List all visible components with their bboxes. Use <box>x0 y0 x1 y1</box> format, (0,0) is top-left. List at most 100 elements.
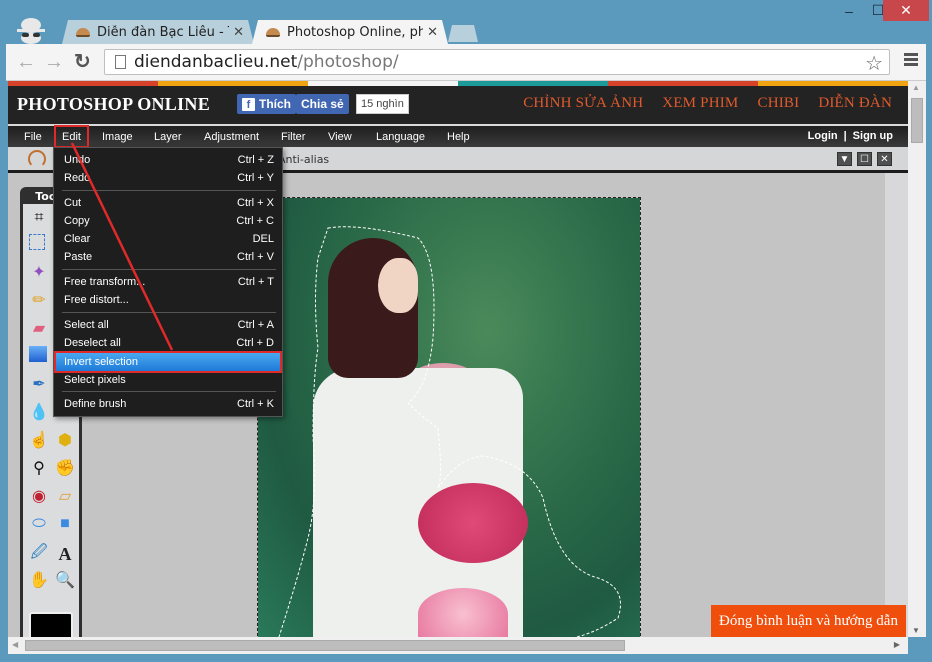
horizontal-scroll-thumb[interactable] <box>25 640 625 651</box>
app-menubar: File Edit Image Layer Adjustment Filter … <box>8 125 908 148</box>
antialias-label[interactable]: Anti-alias <box>278 153 329 166</box>
nav-link-chinh-sua-anh[interactable]: CHỈNH SỬA ẢNH <box>523 95 643 112</box>
menu-item-select-pixels[interactable]: Select pixels <box>56 371 280 389</box>
dodge-tool-icon[interactable]: ⚲ <box>29 458 49 478</box>
bookmark-star-icon[interactable]: ☆ <box>865 51 883 75</box>
web-page: PHOTOSHOP ONLINE f Thích Chia sẻ 15 nghìn… <box>8 81 908 637</box>
canvas-image[interactable] <box>257 197 641 637</box>
collapse-icon[interactable]: ▼ <box>837 152 852 166</box>
eraser-tool-icon[interactable]: ▰ <box>29 318 49 338</box>
close-comments-button[interactable]: Đóng bình luận và hướng dẫn <box>711 605 906 637</box>
back-arrow-icon[interactable]: ← <box>16 51 36 73</box>
menu-help[interactable]: Help <box>441 127 476 146</box>
facebook-icon: f <box>242 97 255 111</box>
chrome-menu-icon[interactable] <box>904 53 918 68</box>
zoom-tool-icon[interactable]: 🔍 <box>55 570 75 590</box>
reload-icon[interactable]: ↻ <box>74 51 91 73</box>
signup-link[interactable]: Sign up <box>853 130 893 142</box>
menu-language[interactable]: Language <box>370 127 431 146</box>
red-eye-tool-icon[interactable]: ◉ <box>29 486 49 506</box>
minimize-icon: – <box>845 2 853 19</box>
hand-tool-icon[interactable]: ✋ <box>29 570 49 590</box>
foreground-color-swatch[interactable] <box>29 612 73 637</box>
menu-item-invert-selection[interactable]: Invert selection <box>54 351 282 373</box>
close-tab-icon[interactable]: ✕ <box>427 25 438 40</box>
sponge-tool-icon[interactable]: ⬢ <box>55 430 75 450</box>
tab-dien-dan[interactable]: Diễn đàn Bạc Liêu - Tin họ ✕ <box>62 20 254 44</box>
burn-tool-icon[interactable]: ✊ <box>55 458 75 478</box>
bloat-tool-icon[interactable]: ⬭ <box>29 514 49 534</box>
menu-image[interactable]: Image <box>96 127 139 146</box>
nav-link-dien-dan[interactable]: DIỄN ĐÀN <box>818 95 892 112</box>
menu-item-clear[interactable]: Clear DEL <box>56 230 280 248</box>
facebook-like-button[interactable]: f Thích <box>237 94 296 114</box>
horizontal-scrollbar[interactable]: ◀ ▶ <box>8 637 908 654</box>
replace-color-icon[interactable]: ✒ <box>29 374 49 394</box>
spot-heal-tool-icon[interactable]: ▱ <box>55 486 75 506</box>
facebook-share-button[interactable]: Chia sẻ <box>296 94 349 114</box>
menu-edit[interactable]: Edit <box>54 125 89 148</box>
menu-view[interactable]: View <box>322 127 358 146</box>
facebook-like-count: 15 nghìn <box>356 94 409 114</box>
close-window-button[interactable]: ✕ <box>883 0 929 21</box>
site-favicon-icon <box>266 28 280 37</box>
text-tool-icon[interactable]: A <box>55 544 75 564</box>
menu-layer[interactable]: Layer <box>148 127 188 146</box>
marquee-tool-icon[interactable] <box>29 234 45 250</box>
blur-tool-icon[interactable]: 💧 <box>29 402 49 422</box>
close-tab-icon[interactable]: ✕ <box>233 25 244 40</box>
site-logo[interactable]: PHOTOSHOP ONLINE <box>17 94 210 115</box>
pencil-tool-icon[interactable]: ✏ <box>29 290 49 310</box>
menu-separator <box>62 391 276 392</box>
menu-item-deselect-all[interactable]: Deselect all Ctrl + D <box>56 334 280 352</box>
site-header: PHOTOSHOP ONLINE f Thích Chia sẻ 15 nghìn… <box>8 86 908 124</box>
auth-separator: | <box>843 130 847 142</box>
menu-item-cut[interactable]: Cut Ctrl + X <box>56 194 280 212</box>
site-favicon-icon <box>76 28 90 37</box>
fb-share-label: Chia sẻ <box>301 97 344 111</box>
nav-link-chibi[interactable]: CHIBI <box>757 95 799 112</box>
menu-item-undo[interactable]: Undo Ctrl + Z <box>56 151 280 169</box>
menu-file[interactable]: File <box>18 127 48 146</box>
menu-item-free-distort[interactable]: Free distort... <box>56 291 280 309</box>
restore-icon[interactable]: ☐ <box>857 152 872 166</box>
tab-photoshop-online[interactable]: Photoshop Online, phần m ✕ <box>252 20 448 44</box>
tab-title: Diễn đàn Bạc Liêu - Tin họ <box>97 24 224 40</box>
minimize-button[interactable]: – <box>834 0 864 21</box>
menu-separator <box>62 190 276 191</box>
menu-item-free-transform[interactable]: Free transform... Ctrl + T <box>56 273 280 291</box>
url-path: /photoshop/ <box>297 52 399 72</box>
menu-item-paste[interactable]: Paste Ctrl + V <box>56 248 280 266</box>
new-tab-button[interactable] <box>448 25 478 42</box>
scroll-right-icon[interactable]: ▶ <box>894 640 900 649</box>
close-icon: ✕ <box>900 2 912 18</box>
close-icon[interactable]: ✕ <box>877 152 892 166</box>
auth-links: Login | Sign up <box>808 130 893 142</box>
smudge-tool-icon[interactable]: ☝ <box>29 430 49 450</box>
login-link[interactable]: Login <box>808 130 838 142</box>
menu-filter[interactable]: Filter <box>275 127 311 146</box>
scroll-left-icon[interactable]: ◀ <box>12 640 18 649</box>
pinch-tool-icon[interactable]: ■ <box>55 514 75 534</box>
crop-tool-icon[interactable]: ⌗ <box>29 208 49 228</box>
incognito-icon <box>17 18 45 44</box>
scroll-up-icon[interactable]: ▲ <box>912 83 920 92</box>
menu-separator <box>62 312 276 313</box>
fb-like-label: Thích <box>259 97 291 111</box>
menu-item-define-brush[interactable]: Define brush Ctrl + K <box>56 395 280 413</box>
forward-arrow-icon[interactable]: → <box>44 51 64 73</box>
menu-item-redo[interactable]: Redo Ctrl + Y <box>56 169 280 187</box>
lasso-tool-icon[interactable] <box>28 150 46 168</box>
gradient-tool-icon[interactable] <box>29 346 47 362</box>
address-bar[interactable]: diendanbaclieu.net/photoshop/ ☆ <box>104 49 890 75</box>
menu-adjustment[interactable]: Adjustment <box>198 127 265 146</box>
menu-item-copy[interactable]: Copy Ctrl + C <box>56 212 280 230</box>
scroll-down-icon[interactable]: ▼ <box>912 626 920 635</box>
menu-separator <box>62 269 276 270</box>
magic-wand-icon[interactable]: ✦ <box>29 262 49 282</box>
menu-item-select-all[interactable]: Select all Ctrl + A <box>56 316 280 334</box>
nav-link-xem-phim[interactable]: XEM PHIM <box>662 95 738 112</box>
vertical-scroll-thumb[interactable] <box>911 98 923 143</box>
vertical-scrollbar[interactable]: ▲ ▼ <box>908 81 926 637</box>
eyedropper-tool-icon[interactable]: 🖉 <box>29 544 49 564</box>
